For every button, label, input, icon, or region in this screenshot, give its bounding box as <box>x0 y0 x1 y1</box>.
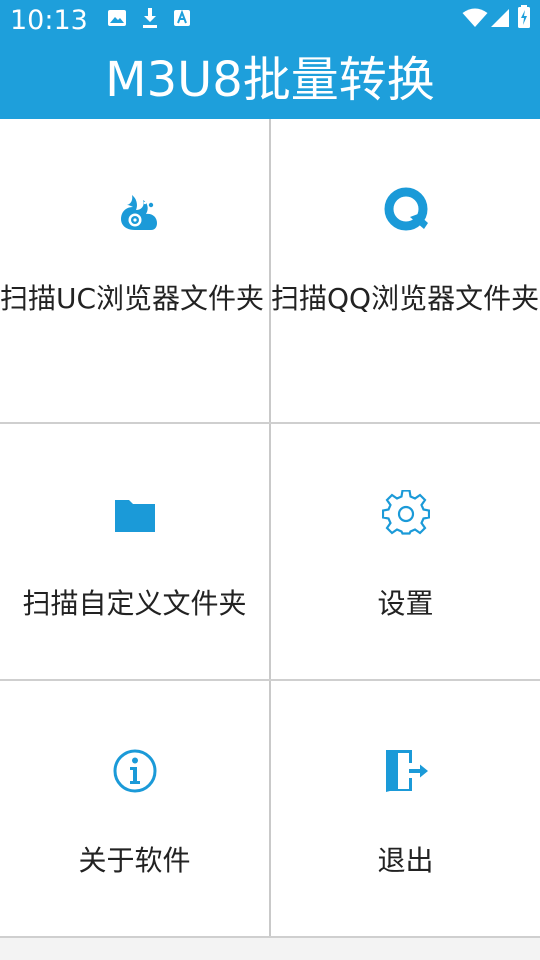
info-icon <box>113 749 156 793</box>
scan-uc-folder-button[interactable]: 扫描UC浏览器文件夹 <box>0 119 269 422</box>
exit-icon <box>385 750 428 792</box>
font-icon <box>174 9 190 26</box>
folder-icon <box>114 500 155 532</box>
exit-button[interactable]: 退出 <box>271 681 540 936</box>
exit-label: 退出 <box>377 844 434 877</box>
image-icon <box>108 10 126 26</box>
scan-qq-folder-label: 扫描QQ浏览器文件夹 <box>271 282 540 315</box>
bottom-strip <box>0 938 540 960</box>
uc-browser-icon <box>120 195 157 230</box>
grid-divider-horizontal <box>0 679 540 681</box>
status-bar: 10:13 <box>0 0 540 40</box>
status-time: 10:13 <box>10 5 88 36</box>
download-icon <box>143 8 157 28</box>
settings-label: 设置 <box>377 587 434 620</box>
scan-qq-folder-button[interactable]: 扫描QQ浏览器文件夹 <box>271 119 540 422</box>
qq-browser-icon <box>384 187 428 231</box>
wifi-icon <box>462 8 488 27</box>
menu-grid: 扫描UC浏览器文件夹 扫描QQ浏览器文件夹 扫描自定义文件夹 设置 关于软件 退… <box>0 119 540 938</box>
gear-icon <box>381 490 430 535</box>
scan-uc-folder-label: 扫描UC浏览器文件夹 <box>0 282 265 315</box>
grid-divider-vertical <box>269 119 271 936</box>
scan-custom-folder-button[interactable]: 扫描自定义文件夹 <box>0 424 269 679</box>
grid-divider-horizontal <box>0 422 540 424</box>
settings-button[interactable]: 设置 <box>271 424 540 679</box>
app-title: M3U8批量转换 <box>105 52 435 108</box>
battery-icon <box>518 5 530 28</box>
about-label: 关于软件 <box>78 844 191 877</box>
scan-custom-folder-label: 扫描自定义文件夹 <box>22 587 247 620</box>
about-button[interactable]: 关于软件 <box>0 681 269 936</box>
app-bar: 10:13 M3U8批量转换 <box>0 0 540 119</box>
app-screen: 10:13 M3U8批量转换 扫描UC浏览器文件夹 扫描QQ浏览器文件夹 扫描自… <box>0 0 540 960</box>
signal-icon <box>491 9 509 27</box>
